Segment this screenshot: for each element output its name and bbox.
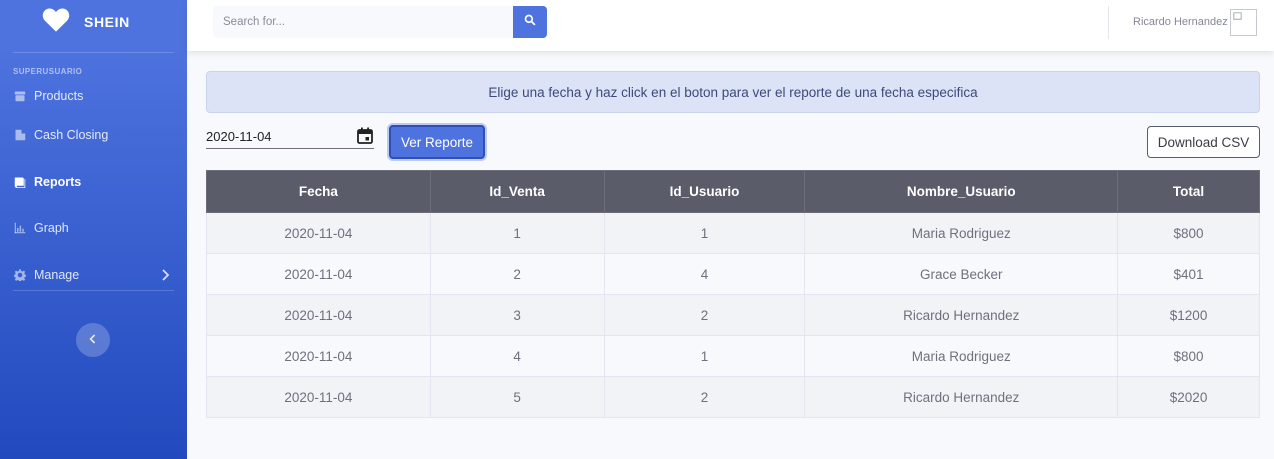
- cell-fecha: 2020-11-04: [206, 212, 431, 254]
- cell-id-usuario: 1: [603, 212, 806, 254]
- cell-id-usuario: 2: [603, 376, 806, 418]
- sidebar-heading: SUPERUSUARIO: [13, 67, 83, 76]
- alert-text: Elige una fecha y haz click en el boton …: [488, 84, 978, 100]
- sidebar-item-graph[interactable]: Graph: [0, 205, 187, 252]
- cell-fecha: 2020-11-04: [206, 335, 431, 377]
- table-row: 2020-11-04 5 2 Ricardo Hernandez $2020: [206, 376, 1260, 418]
- cell-fecha: 2020-11-04: [206, 294, 431, 336]
- sidebar-item-products[interactable]: Products: [0, 80, 187, 112]
- box-icon: [13, 89, 27, 103]
- table-row: 2020-11-04 4 1 Maria Rodriguez $800: [206, 335, 1260, 377]
- sidebar-item-manage[interactable]: Manage: [0, 252, 187, 299]
- sidebar-item-label: Reports: [34, 174, 82, 189]
- sidebar-toggle-button[interactable]: [76, 323, 110, 357]
- chevron-right-icon: [160, 268, 170, 281]
- gear-icon: [13, 268, 27, 282]
- user-name[interactable]: Ricardo Hernandez: [1133, 16, 1228, 28]
- sidebar-item-label: Products: [34, 89, 84, 103]
- cell-fecha: 2020-11-04: [206, 376, 431, 418]
- search-button[interactable]: [513, 6, 547, 38]
- cell-total: $2020: [1117, 376, 1260, 418]
- sidebar-item-cash-closing[interactable]: Cash Closing: [0, 112, 187, 159]
- cell-id-venta: 2: [429, 253, 605, 295]
- column-header-id-usuario: Id_Usuario: [603, 170, 806, 213]
- table-row: 2020-11-04 1 1 Maria Rodriguez $800: [206, 212, 1260, 254]
- date-input[interactable]: 2020-11-04: [206, 126, 374, 149]
- broken-image-icon: [1233, 12, 1242, 20]
- book-icon: [13, 175, 27, 189]
- cell-nombre-usuario: Ricardo Hernandez: [804, 376, 1119, 418]
- cell-nombre-usuario: Maria Rodriguez: [804, 212, 1119, 254]
- date-value: 2020-11-04: [206, 129, 272, 144]
- sidebar-item-label: Cash Closing: [34, 128, 109, 143]
- table-header-row: Fecha Id_Venta Id_Usuario Nombre_Usuario…: [206, 170, 1260, 213]
- search-input[interactable]: [213, 6, 513, 38]
- cell-nombre-usuario: Grace Becker: [804, 253, 1119, 295]
- sidebar: SHEIN SUPERUSUARIO Products Cash Closing…: [0, 0, 187, 459]
- column-header-total: Total: [1117, 170, 1260, 213]
- sidebar-item-label: Graph: [34, 221, 69, 236]
- cell-id-usuario: 1: [603, 335, 806, 377]
- cell-total: $1200: [1117, 294, 1260, 336]
- brand-name: SHEIN: [84, 14, 130, 30]
- chart-icon: [13, 221, 27, 235]
- cell-id-venta: 1: [429, 212, 605, 254]
- cell-id-venta: 5: [429, 376, 605, 418]
- cell-id-venta: 4: [429, 335, 605, 377]
- download-csv-button[interactable]: Download CSV: [1147, 126, 1260, 158]
- info-alert: Elige una fecha y haz click en el boton …: [206, 71, 1260, 113]
- sidebar-brand[interactable]: SHEIN: [0, 0, 187, 44]
- sidebar-item-label: Manage: [34, 267, 80, 282]
- topbar-divider: [1108, 6, 1109, 39]
- table-row: 2020-11-04 2 4 Grace Becker $401: [206, 253, 1260, 295]
- cell-nombre-usuario: Ricardo Hernandez: [804, 294, 1119, 336]
- report-table: Fecha Id_Venta Id_Usuario Nombre_Usuario…: [206, 170, 1260, 418]
- cell-total: $401: [1117, 253, 1260, 295]
- cell-fecha: 2020-11-04: [206, 253, 431, 295]
- column-header-id-venta: Id_Venta: [429, 170, 605, 213]
- sidebar-item-reports[interactable]: Reports: [0, 159, 187, 206]
- cell-id-usuario: 4: [603, 253, 806, 295]
- heart-icon: [42, 7, 70, 38]
- chevron-left-icon: [89, 331, 97, 349]
- cell-total: $800: [1117, 335, 1260, 377]
- building-icon: [13, 128, 27, 142]
- cell-total: $800: [1117, 212, 1260, 254]
- search-icon: [524, 13, 536, 31]
- cell-nombre-usuario: Maria Rodriguez: [804, 335, 1119, 377]
- column-header-fecha: Fecha: [206, 170, 431, 213]
- ver-reporte-button[interactable]: Ver Reporte: [389, 125, 485, 159]
- avatar[interactable]: [1230, 9, 1257, 36]
- calendar-icon[interactable]: [357, 127, 373, 144]
- topbar: Ricardo Hernandez: [187, 0, 1274, 51]
- cell-id-usuario: 2: [603, 294, 806, 336]
- column-header-nombre-usuario: Nombre_Usuario: [804, 170, 1119, 213]
- cell-id-venta: 3: [429, 294, 605, 336]
- table-row: 2020-11-04 3 2 Ricardo Hernandez $1200: [206, 294, 1260, 336]
